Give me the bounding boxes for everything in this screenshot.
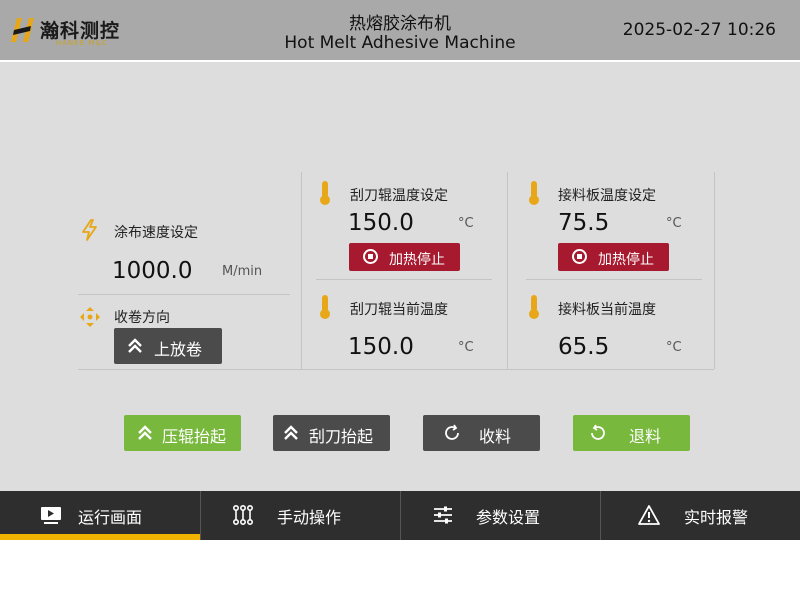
splice-plate-temp-current-value: 65.5: [558, 334, 610, 360]
winding-direction-button-label: 上放卷: [154, 340, 203, 359]
nav-tab-settings-label: 参数设置: [476, 508, 541, 527]
sliders-icon: [434, 506, 452, 524]
move-arrows-icon: [80, 307, 100, 327]
double-chevron-up-icon: [128, 338, 142, 353]
rotate-clockwise-icon: [445, 424, 459, 440]
blade-roller-temp-set-unit: °C: [458, 216, 474, 231]
nav-tab-run-label: 运行画面: [78, 508, 143, 527]
node-grid-icon: [232, 504, 254, 526]
splice-plate-heat-stop-button[interactable]: 加热停止: [558, 243, 669, 271]
divider: [526, 279, 702, 280]
blade-roller-temp-current-label: 刮刀辊当前温度: [350, 302, 448, 318]
blade-roller-heat-stop-label: 加热停止: [389, 252, 445, 268]
blade-roller-heat-stop-button[interactable]: 加热停止: [349, 243, 460, 271]
blade-roller-temp-set-label: 刮刀辊温度设定: [350, 188, 448, 204]
double-chevron-up-icon: [284, 425, 298, 440]
nav-tab-alarm[interactable]: 实时报警: [600, 491, 800, 540]
thermometer-icon: [320, 295, 330, 319]
divider: [507, 172, 508, 369]
splice-plate-heat-stop-label: 加热停止: [598, 252, 654, 268]
nav-tab-run[interactable]: 运行画面: [0, 491, 200, 540]
blade-roller-temp-set-value[interactable]: 150.0: [348, 210, 414, 236]
bottom-nav: 运行画面 手动操作 参数设置 实时报警: [0, 491, 800, 540]
return-label: 退料: [629, 427, 662, 446]
coating-speed-value[interactable]: 1000.0: [112, 258, 192, 284]
thermometer-icon: [529, 181, 539, 205]
blade-lift-button[interactable]: 刮刀抬起: [273, 415, 390, 451]
double-chevron-up-icon: [138, 425, 152, 440]
rotate-counterclockwise-icon: [591, 424, 605, 440]
nav-tab-manual[interactable]: 手动操作: [200, 491, 400, 540]
stop-icon: [572, 249, 587, 264]
nav-tab-settings[interactable]: 参数设置: [400, 491, 600, 540]
divider: [316, 279, 492, 280]
winding-direction-label: 收卷方向: [114, 310, 170, 326]
nav-tab-manual-label: 手动操作: [277, 508, 342, 527]
thermometer-icon: [529, 295, 539, 319]
press-roller-lift-button[interactable]: 压辊抬起: [124, 415, 241, 451]
stop-icon: [363, 249, 378, 264]
splice-plate-temp-set-label: 接料板温度设定: [558, 188, 656, 204]
blade-roller-temp-current-unit: °C: [458, 340, 474, 355]
splice-plate-temp-set-value[interactable]: 75.5: [558, 210, 609, 236]
nav-tab-alarm-label: 实时报警: [684, 508, 749, 527]
splice-plate-temp-current-label: 接料板当前温度: [558, 302, 656, 318]
splice-plate-temp-current-unit: °C: [666, 340, 682, 355]
active-tab-indicator: [0, 534, 200, 540]
coating-speed-unit: M/min: [222, 264, 263, 279]
coating-speed-label: 涂布速度设定: [114, 225, 198, 241]
current-datetime: 2025-02-27 10:26: [622, 20, 776, 40]
return-button[interactable]: 退料: [573, 415, 690, 451]
winding-direction-button[interactable]: 上放卷: [114, 328, 222, 364]
divider: [301, 172, 302, 369]
header-bar: 瀚科测控 HANKE M&C 热熔胶涂布机 Hot Melt Adhesive …: [0, 0, 800, 60]
retract-label: 收料: [479, 427, 512, 446]
press-roller-lift-label: 压辊抬起: [162, 427, 227, 446]
divider: [78, 294, 290, 295]
blade-roller-temp-current-value: 150.0: [348, 334, 414, 360]
blade-lift-label: 刮刀抬起: [309, 427, 374, 446]
warning-triangle-icon: [638, 505, 660, 525]
splice-plate-temp-set-unit: °C: [666, 216, 682, 231]
play-screen-icon: [41, 507, 61, 524]
divider: [78, 369, 714, 370]
lightning-icon: [82, 219, 97, 241]
retract-button[interactable]: 收料: [423, 415, 540, 451]
divider: [714, 172, 715, 369]
thermometer-icon: [320, 181, 330, 205]
